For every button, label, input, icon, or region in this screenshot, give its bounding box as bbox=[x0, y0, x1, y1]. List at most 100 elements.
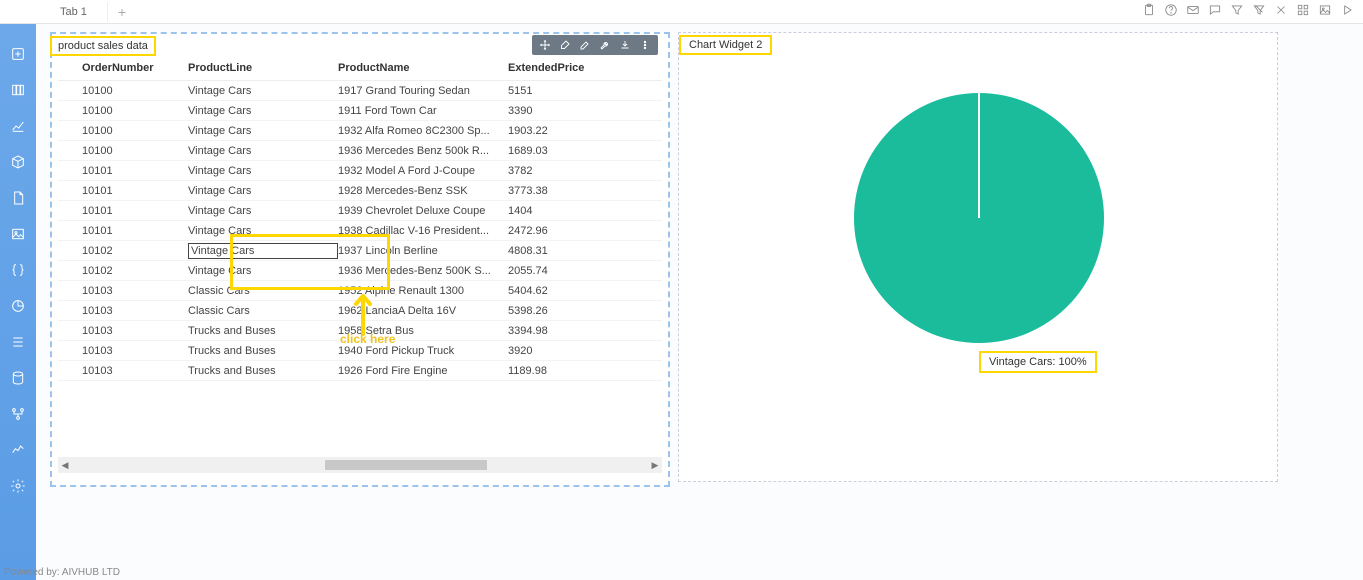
table-row[interactable]: 10100Vintage Cars1911 Ford Town Car3390 bbox=[58, 101, 662, 121]
chart-widget[interactable]: Chart Widget 2 Vintage Cars: 100% bbox=[678, 32, 1278, 482]
cell-price[interactable]: 1689.03 bbox=[508, 145, 608, 157]
cell-productline[interactable]: Vintage Cars bbox=[188, 85, 338, 97]
table-row[interactable]: 10101Vintage Cars1932 Model A Ford J-Cou… bbox=[58, 161, 662, 181]
cell-order[interactable]: 10101 bbox=[58, 205, 188, 217]
cell-productname[interactable]: 1917 Grand Touring Sedan bbox=[338, 85, 508, 97]
table-row[interactable]: 10102Vintage Cars1937 Lincoln Berline480… bbox=[58, 241, 662, 261]
cell-productname[interactable]: 1926 Ford Fire Engine bbox=[338, 365, 508, 377]
horizontal-scrollbar[interactable]: ◀ ▶ bbox=[58, 457, 662, 473]
sidebar-list-icon[interactable] bbox=[8, 332, 28, 352]
cell-order[interactable]: 10103 bbox=[58, 285, 188, 297]
cell-productline[interactable]: Vintage Cars bbox=[188, 125, 338, 137]
cell-order[interactable]: 10100 bbox=[58, 125, 188, 137]
cell-productname[interactable]: 1932 Model A Ford J-Coupe bbox=[338, 165, 508, 177]
cell-order[interactable]: 10100 bbox=[58, 105, 188, 117]
cell-productline[interactable]: Vintage Cars bbox=[188, 165, 338, 177]
cell-productname[interactable]: 1962 LanciaA Delta 16V bbox=[338, 305, 508, 317]
table-row[interactable]: 10100Vintage Cars1917 Grand Touring Seda… bbox=[58, 81, 662, 101]
cell-price[interactable]: 3782 bbox=[508, 165, 608, 177]
brush-icon[interactable] bbox=[558, 38, 572, 52]
cell-productname[interactable]: 1940 Ford Pickup Truck bbox=[338, 345, 508, 357]
col-ordernumber[interactable]: OrderNumber bbox=[58, 62, 188, 74]
cell-order[interactable]: 10103 bbox=[58, 345, 188, 357]
table-row[interactable]: 10100Vintage Cars1936 Mercedes Benz 500k… bbox=[58, 141, 662, 161]
cell-productline[interactable]: Classic Cars bbox=[188, 285, 338, 297]
cell-productline[interactable]: Vintage Cars bbox=[188, 145, 338, 157]
tools-icon[interactable] bbox=[1273, 2, 1289, 18]
more-icon[interactable] bbox=[638, 38, 652, 52]
cell-order[interactable]: 10100 bbox=[58, 145, 188, 157]
cell-price[interactable]: 1189.98 bbox=[508, 365, 608, 377]
filter-icon[interactable] bbox=[1229, 2, 1245, 18]
cell-productline[interactable]: Vintage Cars bbox=[188, 105, 338, 117]
sidebar-box-icon[interactable] bbox=[8, 152, 28, 172]
cell-price[interactable]: 1903.22 bbox=[508, 125, 608, 137]
cell-productname[interactable]: 1928 Mercedes-Benz SSK bbox=[338, 185, 508, 197]
scroll-right-icon[interactable]: ▶ bbox=[648, 460, 662, 471]
cell-order[interactable]: 10103 bbox=[58, 305, 188, 317]
grid-icon[interactable] bbox=[1295, 2, 1311, 18]
help-icon[interactable] bbox=[1163, 2, 1179, 18]
cell-order[interactable]: 10101 bbox=[58, 185, 188, 197]
cell-productline[interactable]: Vintage Cars bbox=[188, 205, 338, 217]
col-productline[interactable]: ProductLine bbox=[188, 62, 338, 74]
cell-productname[interactable]: 1911 Ford Town Car bbox=[338, 105, 508, 117]
cell-productline[interactable]: Classic Cars bbox=[188, 305, 338, 317]
cell-productline[interactable]: Trucks and Buses bbox=[188, 365, 338, 377]
sidebar-trend-icon[interactable] bbox=[8, 440, 28, 460]
wrench-icon[interactable] bbox=[598, 38, 612, 52]
table-row[interactable]: 10103Trucks and Buses1926 Ford Fire Engi… bbox=[58, 361, 662, 381]
cell-price[interactable]: 2472.96 bbox=[508, 225, 608, 237]
sidebar-pie-icon[interactable] bbox=[8, 296, 28, 316]
cell-order[interactable]: 10100 bbox=[58, 85, 188, 97]
sidebar-chart-icon[interactable] bbox=[8, 116, 28, 136]
sidebar-braces-icon[interactable] bbox=[8, 260, 28, 280]
cell-productline[interactable]: Trucks and Buses bbox=[188, 325, 338, 337]
clipboard-icon[interactable] bbox=[1141, 2, 1157, 18]
cell-price[interactable]: 1404 bbox=[508, 205, 608, 217]
cell-order[interactable]: 10102 bbox=[58, 265, 188, 277]
cell-productline[interactable]: Trucks and Buses bbox=[188, 345, 338, 357]
table-row[interactable]: 10101Vintage Cars1928 Mercedes-Benz SSK3… bbox=[58, 181, 662, 201]
cell-productname[interactable]: 1937 Lincoln Berline bbox=[338, 245, 508, 257]
table-row[interactable]: 10103Classic Cars1962 LanciaA Delta 16V5… bbox=[58, 301, 662, 321]
table-widget[interactable]: product sales data OrderNumber ProductLi… bbox=[50, 32, 670, 487]
sidebar-settings-icon[interactable] bbox=[8, 476, 28, 496]
mail-icon[interactable] bbox=[1185, 2, 1201, 18]
table-row[interactable]: 10102Vintage Cars1936 Mercedes-Benz 500K… bbox=[58, 261, 662, 281]
cell-order[interactable]: 10102 bbox=[58, 245, 188, 257]
cell-productname[interactable]: 1932 Alfa Romeo 8C2300 Sp... bbox=[338, 125, 508, 137]
cell-productline[interactable]: Vintage Cars bbox=[188, 265, 338, 277]
cell-productline[interactable]: Vintage Cars bbox=[188, 225, 338, 237]
sidebar-add-icon[interactable] bbox=[8, 44, 28, 64]
table-row[interactable]: 10103Trucks and Buses1940 Ford Pickup Tr… bbox=[58, 341, 662, 361]
cell-productname[interactable]: 1936 Mercedes-Benz 500K S... bbox=[338, 265, 508, 277]
edit-icon[interactable] bbox=[578, 38, 592, 52]
sidebar-image-icon[interactable] bbox=[8, 224, 28, 244]
tab-1[interactable]: Tab 1 bbox=[40, 2, 108, 22]
cell-productname[interactable]: 1958 Setra Bus bbox=[338, 325, 508, 337]
scroll-left-icon[interactable]: ◀ bbox=[58, 460, 72, 471]
table-row[interactable]: 10101Vintage Cars1939 Chevrolet Deluxe C… bbox=[58, 201, 662, 221]
image-icon[interactable] bbox=[1317, 2, 1333, 18]
cell-price[interactable]: 5151 bbox=[508, 85, 608, 97]
sidebar-data-icon[interactable] bbox=[8, 368, 28, 388]
cell-productline[interactable]: Vintage Cars bbox=[188, 243, 338, 259]
cell-price[interactable]: 4808.31 bbox=[508, 245, 608, 257]
cell-price[interactable]: 5404.62 bbox=[508, 285, 608, 297]
col-productname[interactable]: ProductName bbox=[338, 62, 508, 74]
pie-chart[interactable] bbox=[854, 93, 1104, 343]
sidebar-doc-icon[interactable] bbox=[8, 188, 28, 208]
download-icon[interactable] bbox=[618, 38, 632, 52]
move-icon[interactable] bbox=[538, 38, 552, 52]
cell-price[interactable]: 3394.98 bbox=[508, 325, 608, 337]
table-row[interactable]: 10103Classic Cars1952 Alpine Renault 130… bbox=[58, 281, 662, 301]
cell-productname[interactable]: 1952 Alpine Renault 1300 bbox=[338, 285, 508, 297]
cell-price[interactable]: 2055.74 bbox=[508, 265, 608, 277]
cell-productname[interactable]: 1936 Mercedes Benz 500k R... bbox=[338, 145, 508, 157]
table-row[interactable]: 10101Vintage Cars1938 Cadillac V-16 Pres… bbox=[58, 221, 662, 241]
sidebar-columns-icon[interactable] bbox=[8, 80, 28, 100]
cell-productline[interactable]: Vintage Cars bbox=[188, 185, 338, 197]
cell-productname[interactable]: 1939 Chevrolet Deluxe Coupe bbox=[338, 205, 508, 217]
col-extendedprice[interactable]: ExtendedPrice bbox=[508, 62, 608, 74]
